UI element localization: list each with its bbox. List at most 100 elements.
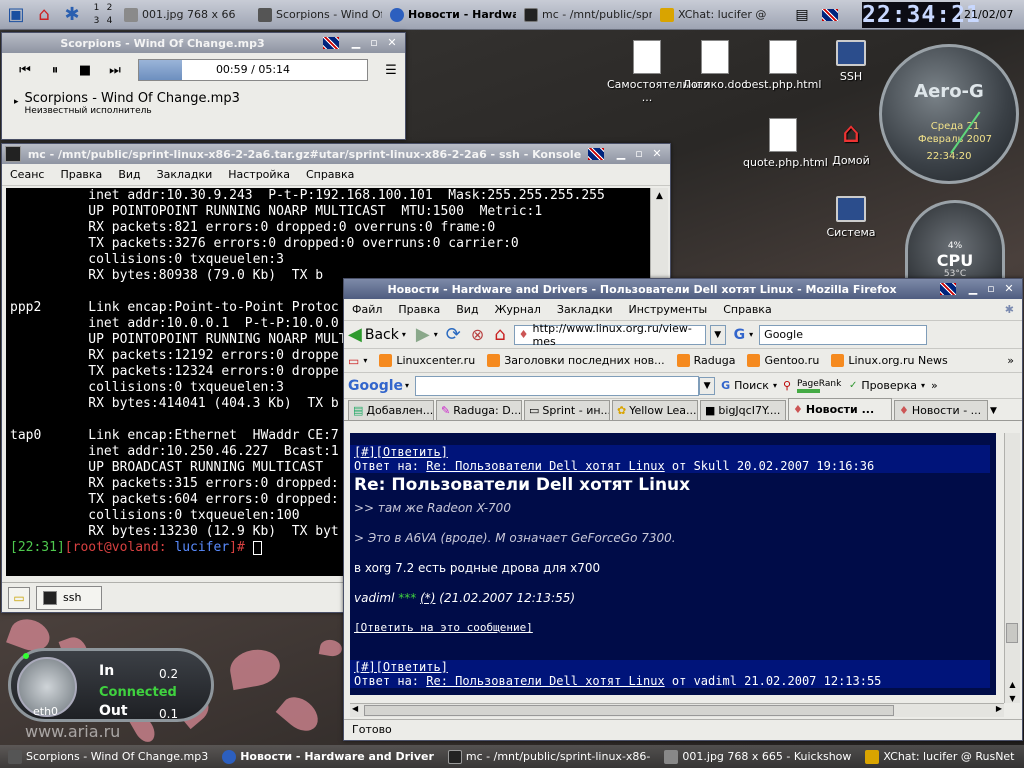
scroll-thumb[interactable] [364, 705, 894, 716]
spellcheck-button[interactable]: ✓ Проверка ▾ [849, 379, 925, 392]
desktop-icon-ssh[interactable]: SSH [811, 40, 891, 83]
previous-track-icon[interactable]: ⏮ [12, 58, 38, 82]
dropdown-icon[interactable]: ▾ [363, 356, 367, 365]
kde-menu-icon[interactable]: ▣ [4, 3, 28, 27]
taskbar-item-xchat[interactable]: XChat: lucifer @ [656, 3, 786, 27]
url-dropdown-button[interactable]: ▼ [709, 324, 726, 345]
menu-bookmarks[interactable]: Закладки [157, 168, 213, 181]
expand-arrow-icon[interactable]: ▸ [14, 97, 19, 107]
desktop-pager[interactable]: 1 2 3 4 [90, 2, 116, 28]
bookmark-headlines[interactable]: Заголовки последних нов... [487, 354, 665, 367]
tab-2[interactable]: ✎ Raduga: D... [436, 400, 522, 420]
taskbar-item-konsole[interactable]: mc - /mnt/public/spri [520, 3, 652, 27]
menu-settings[interactable]: Настройка [228, 168, 290, 181]
tab-list-dropdown[interactable]: ▼ [990, 406, 997, 416]
maximize-button[interactable]: ▫ [984, 282, 998, 296]
post-links[interactable]: [#][Ответить] [354, 445, 986, 459]
maximize-button[interactable]: ▫ [367, 36, 381, 50]
menu-view[interactable]: Вид [118, 168, 140, 181]
page-scrollbar[interactable]: ▲ ▼ [1004, 433, 1020, 703]
home-icon[interactable]: ⌂ [494, 324, 505, 345]
google-search-dropdown[interactable]: ▼ [699, 376, 716, 395]
horizontal-scrollbar[interactable]: ◀ ▶ [350, 703, 1004, 717]
dropdown-icon[interactable]: ▾ [434, 330, 438, 339]
maximize-button[interactable]: ▫ [632, 147, 646, 161]
dropdown-icon[interactable]: ▾ [749, 330, 753, 339]
forward-icon[interactable]: ▶ [416, 324, 430, 345]
bookmark-raduga[interactable]: Raduga [676, 354, 735, 367]
taskbar-item-kuickshow[interactable]: 001.jpg 768 x 665 - Kuickshow [660, 749, 855, 764]
overflow-chevron-icon[interactable]: » [1007, 354, 1014, 367]
google-logo[interactable]: Google [348, 378, 403, 394]
menu-help[interactable]: Справка [723, 303, 771, 316]
next-track-icon[interactable]: ⏭ [102, 58, 128, 82]
tray-keyboard-flag-icon[interactable] [818, 3, 842, 27]
taskbar-item-kuickshow[interactable]: 001.jpg 768 x 66 [120, 3, 250, 27]
google-search-input[interactable] [415, 375, 700, 396]
home-icon[interactable]: ⌂ [32, 3, 56, 27]
session-tab-ssh[interactable]: ssh [36, 585, 103, 610]
menu-edit[interactable]: Правка [60, 168, 102, 181]
bookmark-linuxcenter[interactable]: Linuxcenter.ru [379, 354, 475, 367]
tab-5[interactable]: ■ bigJqcI7Y.... [700, 400, 786, 420]
player-titlebar[interactable]: Scorpions - Wind Of Change.mp3 ▁ ▫ ✕ [2, 33, 405, 53]
stop-icon[interactable]: ■ [72, 58, 98, 82]
tab-4[interactable]: ✿ Yellow Lea... [612, 400, 698, 420]
menu-edit[interactable]: Правка [398, 303, 440, 316]
taskbar-item-player[interactable]: Scorpions - Wind Of C [254, 3, 382, 27]
desktop-icon-system[interactable]: Система [811, 196, 891, 239]
reply-link[interactable]: Re: Пользователи Dell хотят Linux [426, 674, 664, 688]
pause-icon[interactable]: ⏸ [42, 58, 68, 82]
search-input[interactable]: Google [759, 324, 928, 345]
tab-1[interactable]: ▤ Добавлен... [348, 400, 434, 420]
taskbar-item-xchat[interactable]: XChat: lucifer @ RusNet [861, 749, 1018, 764]
tab-3[interactable]: ▭ Sprint - ин... [524, 400, 610, 420]
google-search-button[interactable]: G Поиск ▾ [721, 379, 777, 392]
tab-6-active[interactable]: ♦ Новости ... [788, 398, 892, 420]
magnifier-icon[interactable]: ⚲ [783, 379, 791, 392]
menu-file[interactable]: Файл [352, 303, 382, 316]
close-button[interactable]: ✕ [650, 147, 664, 161]
google-search-engine-icon[interactable]: G [734, 327, 746, 343]
pager-desk-4[interactable]: 4 [103, 15, 116, 28]
author-star-link[interactable]: (*) [420, 591, 435, 605]
minimize-button[interactable]: ▁ [614, 147, 628, 161]
scroll-down-icon[interactable]: ▼ [1005, 694, 1020, 703]
minimize-button[interactable]: ▁ [966, 282, 980, 296]
scroll-right-icon[interactable]: ▶ [996, 704, 1002, 713]
settings-icon[interactable]: ✱ [60, 3, 84, 27]
scroll-left-icon[interactable]: ◀ [352, 704, 358, 713]
scroll-up-icon[interactable]: ▲ [1005, 680, 1020, 689]
back-button[interactable]: ◀ Back ▾ [348, 324, 406, 345]
pager-desk-2[interactable]: 2 [103, 2, 116, 15]
scroll-up-icon[interactable]: ▲ [651, 188, 668, 204]
page-content[interactable]: [#][Ответить] Ответ на: Re: Пользователи… [350, 433, 996, 695]
taskbar-item-firefox[interactable]: Новости - Hardwa [386, 3, 516, 27]
taskbar-item-firefox[interactable]: Новости - Hardware and Driver [218, 749, 438, 764]
menu-session[interactable]: Сеанс [10, 168, 44, 181]
bookmark-gentoo[interactable]: Gentoo.ru [747, 354, 819, 367]
reply-to-post-link[interactable]: [Ответить на это сообщение] [350, 621, 996, 634]
minimize-button[interactable]: ▁ [349, 36, 363, 50]
pager-desk-1[interactable]: 1 [90, 2, 103, 15]
menu-view[interactable]: Вид [456, 303, 478, 316]
tray-network-icon[interactable]: ▤ [790, 3, 814, 27]
menu-history[interactable]: Журнал [495, 303, 541, 316]
post-links[interactable]: [#][Ответить] [354, 660, 986, 674]
reply-link[interactable]: Re: Пользователи Dell хотят Linux [426, 459, 664, 473]
overflow-chevron-icon[interactable]: » [931, 379, 938, 392]
bookmark-lor-news[interactable]: Linux.org.ru News [831, 354, 948, 367]
seek-bar[interactable]: 00:59 / 05:14 [138, 59, 368, 81]
menu-help[interactable]: Справка [306, 168, 354, 181]
playlist-icon[interactable]: ☰ [378, 58, 404, 82]
pager-desk-3[interactable]: 3 [90, 15, 103, 28]
close-button[interactable]: ✕ [1002, 282, 1016, 296]
scroll-thumb[interactable] [1006, 623, 1018, 643]
flag-icon[interactable]: ▭ [348, 354, 359, 368]
tab-7[interactable]: ♦ Новости - ... [894, 400, 988, 420]
taskbar-item-player[interactable]: Scorpions - Wind Of Change.mp3 [4, 749, 212, 764]
reload-icon[interactable]: ⟳ [446, 324, 461, 345]
stop-icon[interactable]: ⊗ [471, 325, 484, 344]
new-session-button[interactable]: ▭ [8, 586, 30, 609]
url-bar[interactable]: ♦ http://www.linux.org.ru/view-mes [513, 322, 706, 348]
